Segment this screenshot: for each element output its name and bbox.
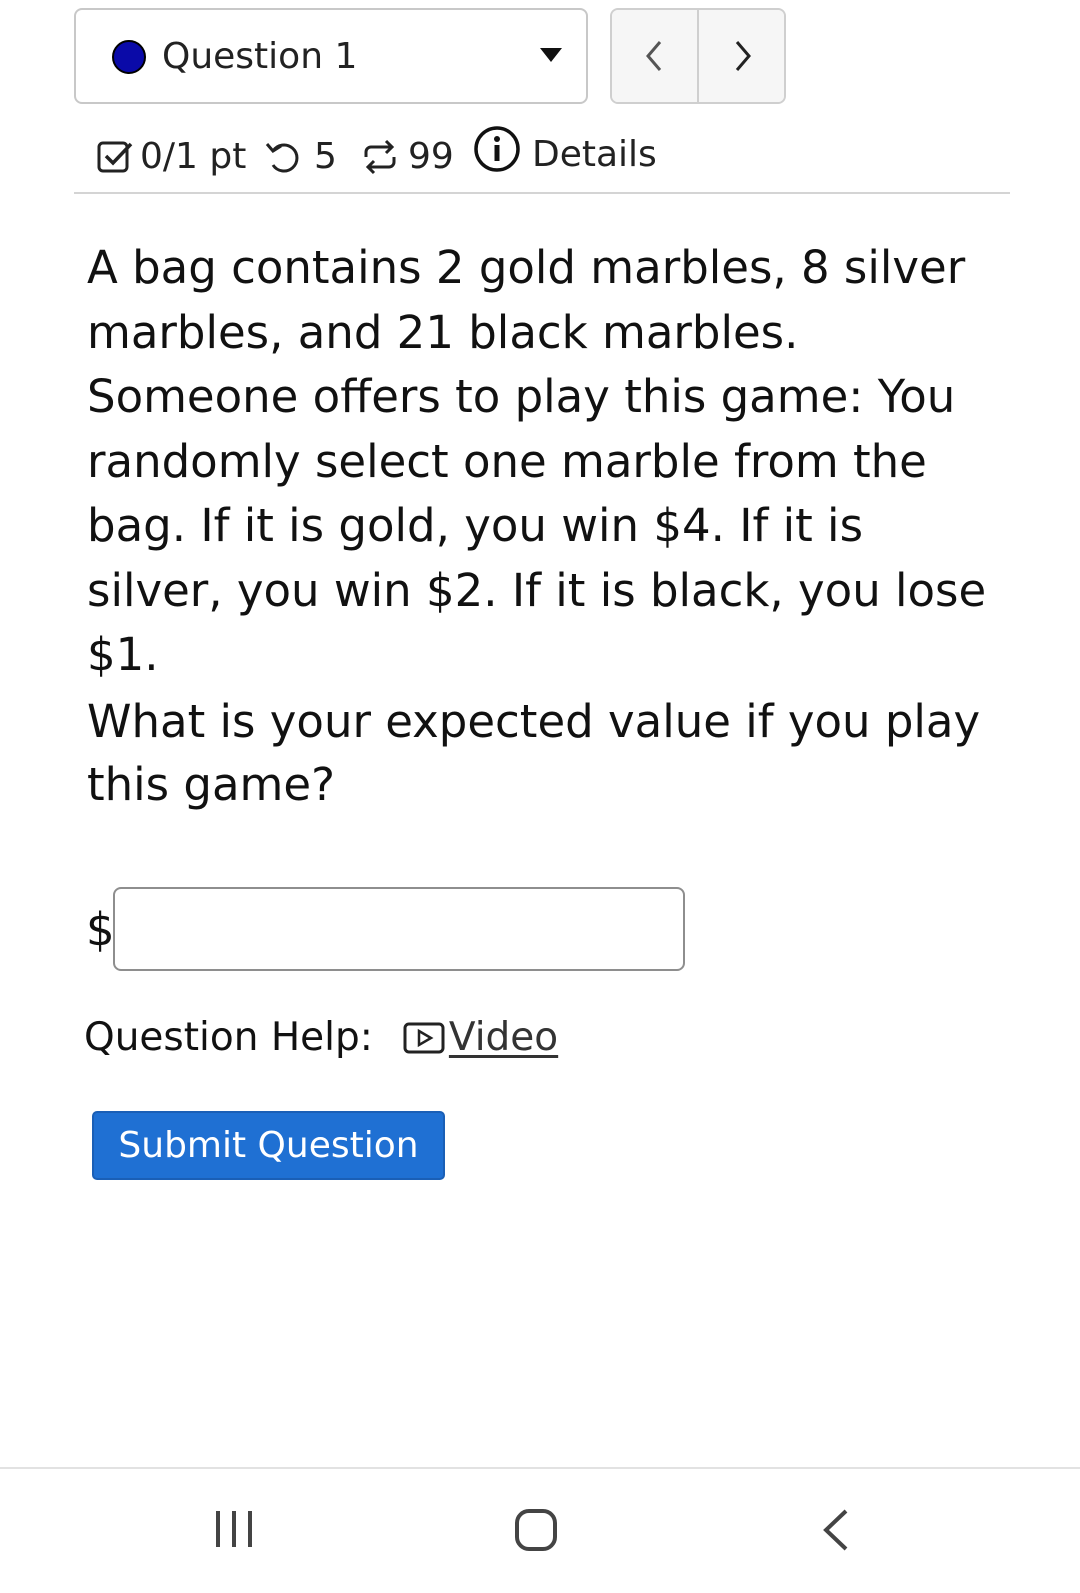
info-icon <box>474 126 520 172</box>
submit-question-button[interactable]: Submit Question <box>92 1111 445 1180</box>
recent-apps-icon[interactable] <box>212 1507 256 1551</box>
chevron-left-icon <box>645 41 661 71</box>
details-link[interactable]: Details <box>472 124 657 175</box>
question-select-label: Question 1 <box>162 36 358 77</box>
question-meta: 0/1 pt 5 99 Details <box>74 124 1010 194</box>
attempts-indicator: 99 <box>360 134 454 180</box>
home-icon[interactable] <box>513 1507 559 1553</box>
page: Question 1 0/1 pt 5 99 Details A bag con… <box>0 0 1080 1593</box>
caret-down-icon <box>540 48 562 62</box>
checkbox-icon <box>97 141 133 173</box>
video-help-link[interactable]: Video <box>403 1012 558 1064</box>
points-indicator: 0/1 pt <box>96 134 246 180</box>
video-link-text: Video <box>448 1015 559 1060</box>
back-icon[interactable] <box>820 1507 852 1553</box>
answer-prefix: $ <box>86 903 115 956</box>
retries-indicator: 5 <box>264 134 337 180</box>
answer-input[interactable] <box>113 887 685 971</box>
question-prompt: What is your expected value if you play … <box>87 695 981 811</box>
question-select[interactable]: Question 1 <box>74 8 588 104</box>
question-help-label: Question Help: <box>84 1015 373 1060</box>
retries-text: 5 <box>314 136 337 177</box>
repeat-icon <box>364 139 396 175</box>
chevron-right-icon <box>735 41 751 71</box>
next-question-button[interactable] <box>697 10 784 102</box>
previous-question-button[interactable] <box>612 10 697 102</box>
question-body: A bag contains 2 gold marbles, 8 silver … <box>87 241 987 681</box>
video-icon <box>403 1022 445 1054</box>
details-text: Details <box>532 134 657 175</box>
points-text: 0/1 pt <box>140 136 247 177</box>
question-help: Question Help: Video <box>84 1012 558 1064</box>
system-navigation-bar <box>0 1467 1080 1593</box>
attempts-text: 99 <box>408 136 454 177</box>
question-status-dot <box>112 40 146 74</box>
question-nav <box>610 8 786 104</box>
undo-icon <box>265 143 299 173</box>
